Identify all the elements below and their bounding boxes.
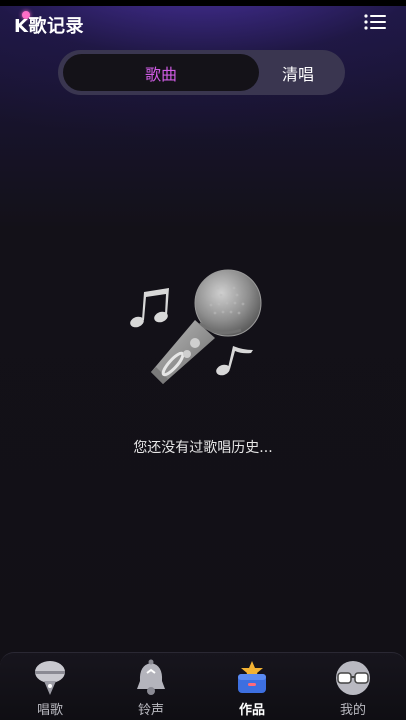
tab-sing-label: 唱歌 xyxy=(36,703,63,718)
page-title: K歌记录 xyxy=(14,16,84,37)
singing-mic-icon xyxy=(35,661,65,695)
k-song-record-screen: K歌记录 歌曲 清唱 您还没有过歌唱历史... 唱歌 铃声 作品 我的 xyxy=(0,0,406,720)
empty-state-message: 您还没有过歌唱历史... xyxy=(133,440,273,456)
tab-works[interactable]: 作品 xyxy=(212,659,292,719)
bottom-tab-bar: 唱歌 铃声 作品 我的 xyxy=(0,652,406,720)
tab-acapella[interactable]: 清唱 xyxy=(254,54,342,91)
tab-works-label: 作品 xyxy=(238,703,265,718)
bell-icon xyxy=(137,659,165,695)
tab-mine[interactable]: 我的 xyxy=(313,659,393,719)
tab-mine-label: 我的 xyxy=(339,703,366,718)
tab-ringtone[interactable]: 铃声 xyxy=(111,659,191,719)
music-note-left xyxy=(130,288,169,328)
microphone-with-music-notes-icon xyxy=(130,269,262,384)
tab-songs[interactable]: 歌曲 xyxy=(63,54,259,91)
list-menu-icon[interactable] xyxy=(364,14,386,30)
works-box-icon xyxy=(238,661,266,693)
tab-ringtone-label: 铃声 xyxy=(137,703,164,718)
glasses-avatar-icon xyxy=(336,661,370,695)
header: K歌记录 xyxy=(0,6,406,42)
tab-sing[interactable]: 唱歌 xyxy=(10,659,90,719)
segmented-control: 歌曲 清唱 xyxy=(58,50,345,95)
music-note-right xyxy=(216,346,253,376)
